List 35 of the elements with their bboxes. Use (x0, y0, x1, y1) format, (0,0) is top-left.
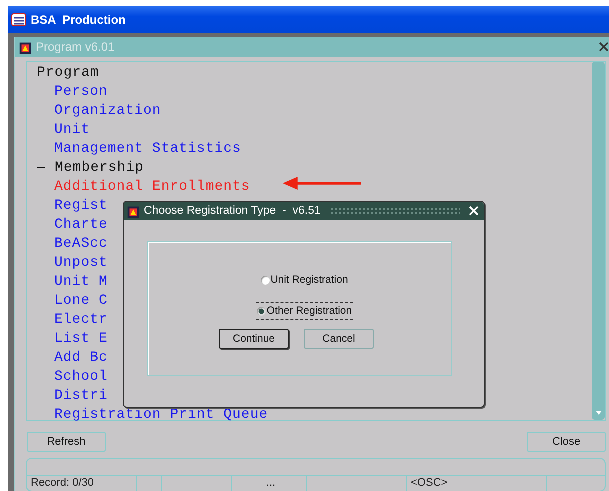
status-mode: <OSC> (407, 476, 547, 491)
tree-item[interactable]: Membership (55, 160, 144, 176)
tree-item[interactable]: Person (54, 84, 108, 100)
tree-item[interactable]: Electr (54, 312, 108, 328)
scroll-down-icon[interactable] (594, 409, 604, 417)
window-title: BSA Production (31, 12, 126, 26)
radio-option[interactable]: Other Registration (256, 302, 354, 320)
tree-item[interactable]: Add Bc (54, 350, 108, 366)
tree-item[interactable]: Unpost (54, 254, 108, 270)
tree-item[interactable]: Registration Print Queue (54, 406, 268, 422)
tree-item[interactable]: Unit (54, 122, 90, 138)
tree-item[interactable]: Program (37, 64, 100, 80)
app-icon (11, 12, 27, 28)
tree-item[interactable]: Charte (54, 216, 108, 232)
status-cell: ... (232, 476, 307, 491)
refresh-button[interactable]: Refresh (27, 432, 106, 452)
dialog-title: Choose Registration Type - v6.51 (144, 205, 321, 217)
arrow-icon (281, 177, 363, 190)
tree-item[interactable]: Organization (54, 102, 162, 118)
record-count: Record: 0/30 (27, 476, 137, 491)
tree-item[interactable]: List E (54, 330, 108, 346)
tree-item[interactable]: Distri (54, 388, 108, 404)
tree-item[interactable]: Management Statistics (54, 140, 242, 156)
close-button[interactable]: Close (527, 432, 606, 452)
radio-option[interactable]: Unit Registration (260, 271, 350, 289)
dialog-button[interactable]: Cancel (304, 329, 374, 349)
tree-item[interactable]: School (54, 368, 108, 384)
close-icon[interactable] (599, 42, 609, 52)
tree-item[interactable]: Unit M (54, 274, 108, 290)
tree-item[interactable]: Lone C (54, 292, 108, 308)
program-window-title: Program v6.01 (36, 40, 116, 54)
scrollbar[interactable] (592, 62, 605, 420)
dialog-button[interactable]: Continue (219, 329, 289, 349)
tree-item[interactable]: Regist (54, 198, 108, 214)
tree-item[interactable]: BeAScc (54, 236, 108, 252)
